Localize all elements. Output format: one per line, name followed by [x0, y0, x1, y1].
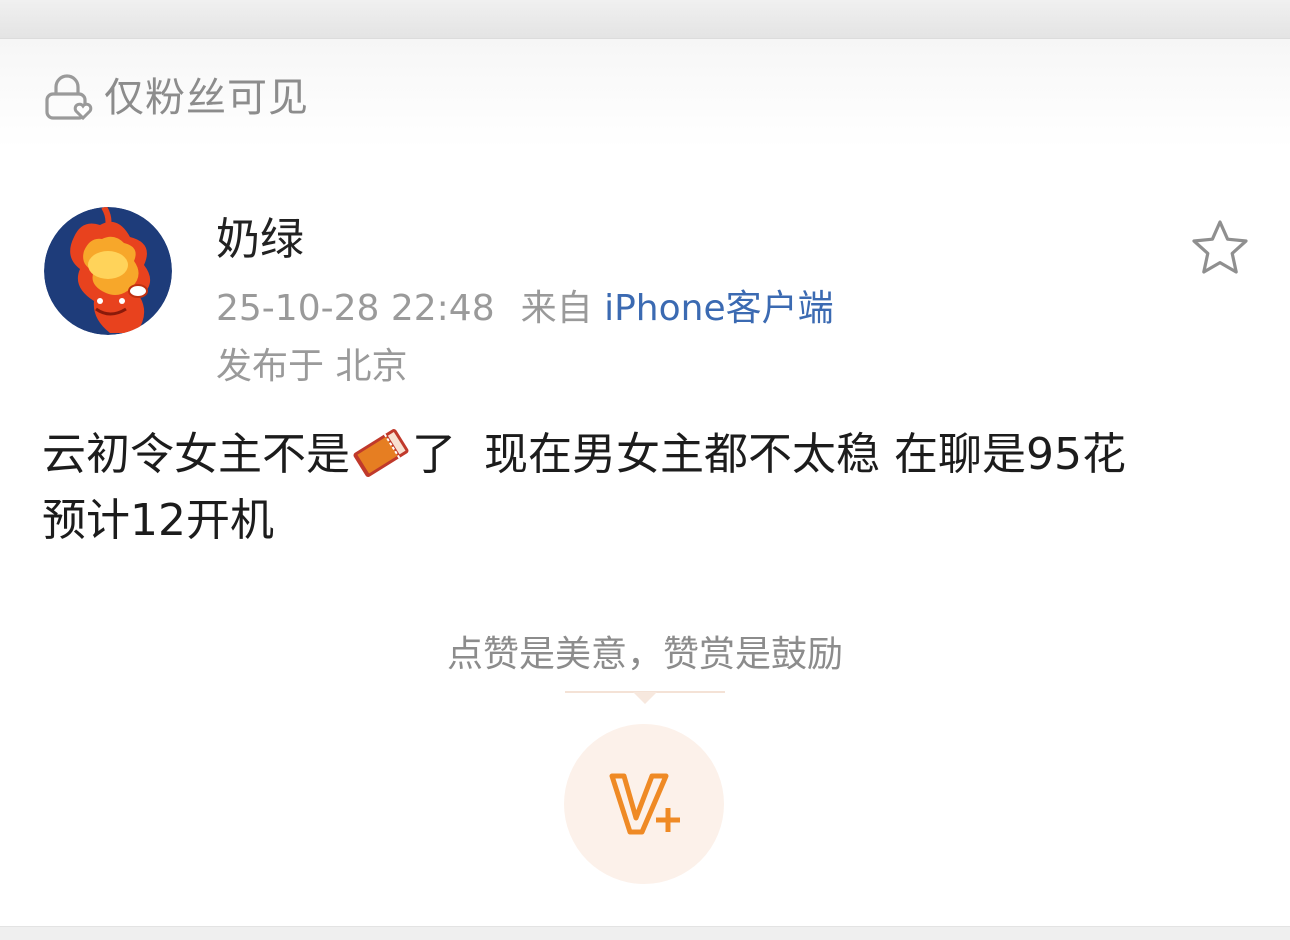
- visibility-label: 仅粉丝可见: [104, 75, 309, 121]
- visibility-row: 仅粉丝可见: [44, 70, 309, 126]
- reward-divider: [565, 690, 725, 706]
- bottom-strip: [0, 926, 1290, 940]
- star-icon: [1192, 220, 1248, 274]
- post-body-line-2: 预计12开机: [42, 495, 274, 546]
- post-body-line-1: 云初令女主不是 了 现在男女主都不太稳 在聊是95花: [42, 422, 1242, 488]
- post-meta: 25-10-28 22:48 来自 iPhone客户端: [216, 284, 834, 334]
- post-timestamp: 25-10-28 22:48: [216, 288, 495, 329]
- favorite-button[interactable]: [1190, 218, 1250, 278]
- source-prefix: 来自: [520, 288, 593, 329]
- reward-note: 点赞是美意，赞赏是鼓励: [446, 634, 843, 675]
- top-strip: [0, 0, 1290, 39]
- source-client-link[interactable]: iPhone客户端: [604, 288, 834, 329]
- post-text-part-1: 云初令女主不是: [42, 429, 350, 480]
- v-plus-icon: [609, 773, 680, 835]
- reward-button[interactable]: [564, 724, 724, 884]
- post-location: 发布于 北京: [216, 346, 408, 387]
- lock-icon: [44, 72, 98, 124]
- author-name[interactable]: 奶绿: [216, 212, 304, 268]
- ticket-emoji: [350, 427, 412, 479]
- post-body: 云初令女主不是 了 现在男女主都不太稳 在聊是95花 预计12开机: [42, 422, 1242, 554]
- avatar[interactable]: [44, 207, 172, 335]
- post-text-part-2: 了 现在男女主都不太稳 在聊是95花: [412, 429, 1126, 480]
- post-detail-page: 仅粉丝可见 奶绿 25-10-28 22:48 来自 iPhone客户端 发布于 …: [0, 0, 1290, 940]
